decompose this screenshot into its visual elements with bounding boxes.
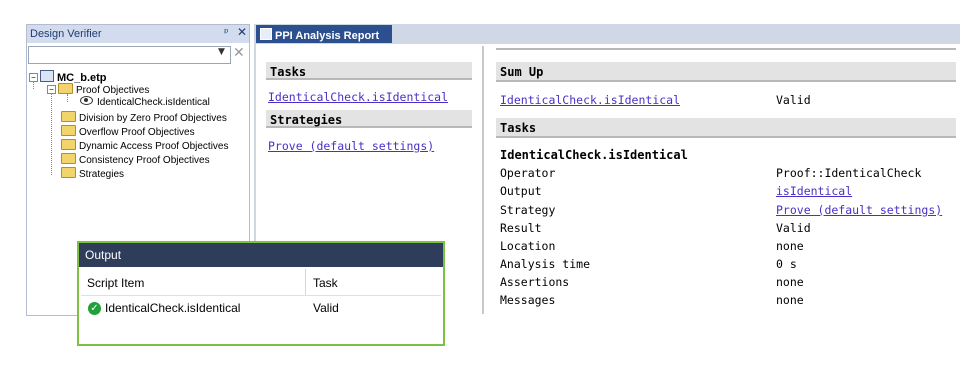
- row-value-analysis-time: 0 s: [776, 257, 797, 271]
- row-value-location: none: [776, 239, 804, 253]
- chevron-down-icon[interactable]: ▼: [218, 47, 225, 57]
- tree-item-label: IdenticalCheck.isIdentical: [97, 97, 210, 108]
- tree-item-dynamic[interactable]: Dynamic Access Proof Objectives: [61, 139, 229, 152]
- tree-item-label: Overflow Proof Objectives: [79, 127, 195, 138]
- folder-icon: [61, 139, 76, 150]
- row-value-result: Valid: [776, 221, 811, 235]
- report-icon: [260, 28, 272, 40]
- strategies-header: Strategies: [266, 110, 472, 128]
- tree-line: [51, 93, 52, 175]
- output-row-task[interactable]: Valid: [313, 301, 339, 315]
- tree-item-overflow[interactable]: Overflow Proof Objectives: [61, 125, 195, 138]
- row-key-result: Result: [500, 221, 542, 235]
- row-key-location: Location: [500, 239, 556, 253]
- tree-item-identical-check[interactable]: IdenticalCheck.isIdentical: [80, 96, 210, 108]
- row-key-strategy: Strategy: [500, 203, 556, 217]
- row-value-strategy-link[interactable]: Prove (default settings): [776, 203, 942, 217]
- tree-item-strategies[interactable]: Strategies: [61, 167, 124, 180]
- folder-icon: [61, 125, 76, 136]
- tree-item-label: Division by Zero Proof Objectives: [79, 113, 227, 124]
- clear-icon[interactable]: ✕: [233, 45, 245, 61]
- folder-icon: [61, 167, 76, 178]
- row-value-output-link[interactable]: isIdentical: [776, 184, 852, 198]
- strategy-link[interactable]: Prove (default settings): [268, 139, 434, 153]
- row-key-analysis-time: Analysis time: [500, 257, 591, 271]
- output-title: Output: [79, 243, 443, 267]
- output-panel: Output Script Item Task ✓ IdenticalCheck…: [77, 241, 445, 346]
- tree-item-label: Proof Objectives: [76, 85, 150, 96]
- tree-line: [33, 81, 34, 89]
- output-row-script-item[interactable]: IdenticalCheck.isIdentical: [105, 301, 240, 315]
- row-key-assertions: Assertions: [500, 275, 570, 289]
- sumup-header: Sum Up: [496, 62, 956, 82]
- row-key-messages: Messages: [500, 293, 556, 307]
- eye-icon: [80, 96, 93, 105]
- tree-item-label: Dynamic Access Proof Objectives: [79, 141, 229, 152]
- pin-icon[interactable]: ᵖ: [224, 26, 229, 39]
- tab-ppi-analysis-report[interactable]: PPI Analysis Report ✕: [256, 25, 392, 55]
- tasks-header: Tasks: [266, 62, 472, 80]
- report-right-column: Sum Up IdenticalCheck.isIdentical Valid …: [496, 46, 958, 314]
- check-circle-icon: ✓: [88, 302, 101, 315]
- tree-root[interactable]: − MC_b.etp: [29, 70, 107, 84]
- divider: [496, 48, 956, 50]
- tab-label: PPI Analysis Report: [275, 30, 380, 42]
- design-verifier-title: Design Verifier: [27, 25, 249, 43]
- close-icon[interactable]: ✕: [237, 25, 247, 39]
- folder-icon: [61, 153, 76, 164]
- column-header-task[interactable]: Task: [313, 276, 338, 290]
- tasks-header-right: Tasks: [496, 118, 956, 138]
- row-key-output: Output: [500, 184, 542, 198]
- folder-open-icon: [58, 83, 73, 94]
- divider: [81, 295, 441, 296]
- column-header-script-item[interactable]: Script Item: [87, 276, 144, 290]
- row-value-messages: none: [776, 293, 804, 307]
- tree-item-division[interactable]: Division by Zero Proof Objectives: [61, 111, 227, 124]
- tree-item-proof-objectives[interactable]: − Proof Objectives: [47, 83, 149, 96]
- row-value-operator: Proof::IdenticalCheck: [776, 166, 922, 180]
- column-divider: [305, 269, 306, 295]
- tree-item-label: Consistency Proof Objectives: [79, 155, 210, 166]
- tree-line: [67, 94, 68, 102]
- task-title: IdenticalCheck.isIdentical: [500, 148, 688, 162]
- filter-combo[interactable]: [28, 46, 231, 64]
- row-value-assertions: none: [776, 275, 804, 289]
- sumup-status: Valid: [776, 93, 811, 107]
- project-icon: [40, 70, 54, 82]
- tree-item-label: Strategies: [79, 169, 125, 180]
- tree-item-consistency[interactable]: Consistency Proof Objectives: [61, 153, 210, 166]
- folder-icon: [61, 111, 76, 122]
- row-key-operator: Operator: [500, 166, 556, 180]
- sumup-task-link[interactable]: IdenticalCheck.isIdentical: [500, 93, 680, 107]
- task-link[interactable]: IdenticalCheck.isIdentical: [268, 90, 448, 104]
